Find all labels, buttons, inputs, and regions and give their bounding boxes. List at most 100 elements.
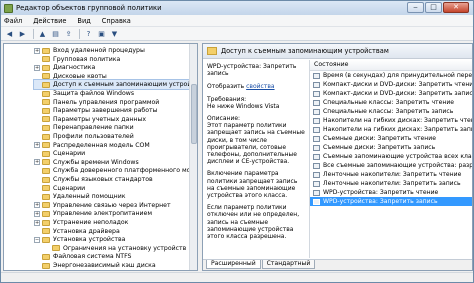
- tree-item-label: Вход удаленной процедуры: [53, 47, 145, 54]
- setting-row[interactable]: WPD-устройства: Запретить чтение: [310, 188, 472, 197]
- menu-help[interactable]: Справка: [102, 17, 131, 25]
- tree-item-label: Диагностика: [53, 64, 96, 72]
- tree-expander[interactable]: +: [34, 142, 40, 149]
- setting-row[interactable]: Специальные классы: Запретить чтение: [310, 98, 472, 107]
- details-pane: Доступ к съемным запоминающим устройства…: [202, 43, 473, 271]
- folder-icon: [42, 116, 50, 123]
- folder-icon: [42, 253, 50, 260]
- toolbar-separator: [33, 28, 34, 39]
- setting-row[interactable]: Время (в секундах) для принудительной пе…: [310, 71, 472, 80]
- setting-name: Компакт-диски и DVD-диски: Запретить чте…: [323, 81, 472, 88]
- settings-list[interactable]: Состояние Время (в секундах) для принуди…: [309, 60, 472, 258]
- policy-setting-icon: [313, 180, 320, 187]
- tree-item-label: Файловая система NTFS: [53, 253, 132, 261]
- toolbar-separator: [79, 28, 80, 39]
- details-header: Доступ к съемным запоминающим устройства…: [203, 44, 472, 59]
- menu-action[interactable]: Действие: [33, 17, 66, 25]
- setting-row[interactable]: Съемные запоминающие устройства всех кла…: [310, 152, 472, 161]
- setting-row[interactable]: Компакт-диски и DVD-диски: Запретить чте…: [310, 80, 472, 89]
- setting-row[interactable]: Компакт-диски и DVD-диски: Запретить зап…: [310, 89, 472, 98]
- tree-scroll-thumb[interactable]: [191, 84, 197, 144]
- show-hide-tree-icon[interactable]: ▤: [50, 28, 61, 39]
- policy-tree[interactable]: + Вход удаленной процедуры Групповая полит…: [3, 43, 198, 271]
- title-bar[interactable]: Редактор объектов групповой политики ‒ □…: [1, 1, 473, 15]
- tree-item-label: Дисковые квоты: [53, 72, 107, 80]
- tree-item-label: Управление электропитанием: [53, 210, 152, 218]
- column-header-state[interactable]: Состояние: [310, 60, 472, 71]
- tree-expander[interactable]: +: [34, 210, 40, 217]
- requirements-label: Требования:: [207, 95, 247, 103]
- back-icon[interactable]: ◀: [4, 28, 15, 39]
- setting-name: Накопители на гибких дисках: Запретить з…: [323, 126, 472, 133]
- folder-icon: [42, 47, 50, 54]
- setting-row[interactable]: Съемные диски: Запретить чтение: [310, 134, 472, 143]
- edit-properties-link[interactable]: свойства: [246, 83, 274, 90]
- export-icon[interactable]: ⇪: [63, 28, 74, 39]
- setting-row[interactable]: Специальные классы: Запретить запись: [310, 107, 472, 116]
- tree-item-label: Управление связью через Интернет: [53, 201, 171, 209]
- tree-scrollbar[interactable]: [189, 44, 197, 270]
- folder-icon: [207, 47, 217, 55]
- toolbar: ◀ ▶ ▲ ▤ ⇪ ? ▣ ▼: [1, 27, 473, 41]
- setting-row[interactable]: Съемные диски: Запретить запись: [310, 143, 472, 152]
- properties-icon[interactable]: ▣: [96, 28, 107, 39]
- policy-setting-icon: [313, 72, 320, 79]
- description-enabled-text: Включение параметра политики запрещает з…: [207, 170, 298, 200]
- details-header-title: Доступ к съемным запоминающим устройства…: [221, 47, 389, 55]
- edit-prefix: Отобразить: [207, 83, 245, 91]
- policy-setting-icon: [313, 144, 320, 151]
- maximize-button[interactable]: □: [425, 2, 442, 13]
- tree-item-label: Распределенная модель COM: [53, 141, 150, 149]
- setting-name: Все съемные запоминающие устройства: раз…: [323, 162, 472, 169]
- close-button[interactable]: ✕: [443, 2, 469, 13]
- tree-item-label: Устранение неполадок: [53, 219, 129, 226]
- folder-icon: [42, 219, 50, 226]
- tree-item-label: Ограничения на установку устройств: [63, 244, 187, 252]
- menu-view[interactable]: Вид: [77, 17, 90, 25]
- minimize-button[interactable]: ‒: [407, 2, 424, 13]
- setting-row[interactable]: Ленточные накопители: Запретить запись: [310, 179, 472, 188]
- setting-row[interactable]: Накопители на гибких дисках: Запретить ч…: [310, 116, 472, 125]
- tree-expander[interactable]: +: [34, 64, 40, 71]
- setting-row[interactable]: Все съемные запоминающие устройства: раз…: [310, 161, 472, 170]
- forward-icon[interactable]: ▶: [17, 28, 28, 39]
- setting-name: Накопители на гибких дисках: Запретить ч…: [323, 117, 472, 124]
- folder-icon: [42, 228, 50, 235]
- requirements-value: Не ниже Windows Vista: [207, 102, 280, 110]
- setting-row[interactable]: WPD-устройства: Запретить запись: [310, 197, 472, 206]
- setting-name: Компакт-диски и DVD-диски: Запретить зап…: [323, 90, 472, 97]
- tree-expander[interactable]: +: [34, 202, 40, 209]
- help-icon[interactable]: ?: [83, 28, 94, 39]
- tree-item-label: Групповая политика: [53, 55, 121, 63]
- tab-extended[interactable]: Расширенный: [206, 260, 261, 269]
- filter-icon[interactable]: ▼: [109, 28, 120, 39]
- policy-setting-icon: [313, 135, 320, 142]
- tree-item-label: Доступ к съемным запоминающим устройства…: [53, 81, 198, 89]
- tree-item-label: Энергонезависимый кэш диска: [53, 262, 156, 269]
- policy-setting-icon: [313, 108, 320, 115]
- gpedit-window: Редактор объектов групповой политики ‒ □…: [0, 0, 474, 283]
- folder-icon: [42, 99, 50, 106]
- setting-row[interactable]: Накопители на гибких дисках: Запретить з…: [310, 125, 472, 134]
- tree-expander[interactable]: +: [34, 159, 40, 166]
- setting-name: WPD-устройства: Запретить чтение: [323, 189, 439, 196]
- menu-bar: Файл Действие Вид Справка: [1, 15, 473, 27]
- tree-item-label: Установка устройства: [53, 236, 126, 244]
- folder-icon: [42, 159, 50, 166]
- tree-expander[interactable]: +: [34, 219, 40, 226]
- tree-expander[interactable]: −: [34, 236, 40, 243]
- tree-item-label: Параметры учетных данных: [53, 115, 147, 123]
- folder-icon: [42, 107, 50, 114]
- up-folder-icon[interactable]: ▲: [37, 28, 48, 39]
- setting-row[interactable]: Ленточные накопители: Запретить чтение: [310, 170, 472, 179]
- tab-standard[interactable]: Стандартный: [261, 260, 316, 269]
- setting-name: Специальные классы: Запретить запись: [323, 108, 454, 115]
- tree-item[interactable]: Энергонезависимый кэш диска: [34, 261, 156, 270]
- menu-file[interactable]: Файл: [4, 17, 22, 25]
- folder-icon: [42, 210, 50, 217]
- policy-setting-icon: [313, 81, 320, 88]
- tree-expander[interactable]: +: [34, 47, 40, 54]
- setting-name: Ленточные накопители: Запретить запись: [323, 180, 461, 187]
- folder-icon: [42, 90, 50, 97]
- policy-setting-icon: [313, 171, 320, 178]
